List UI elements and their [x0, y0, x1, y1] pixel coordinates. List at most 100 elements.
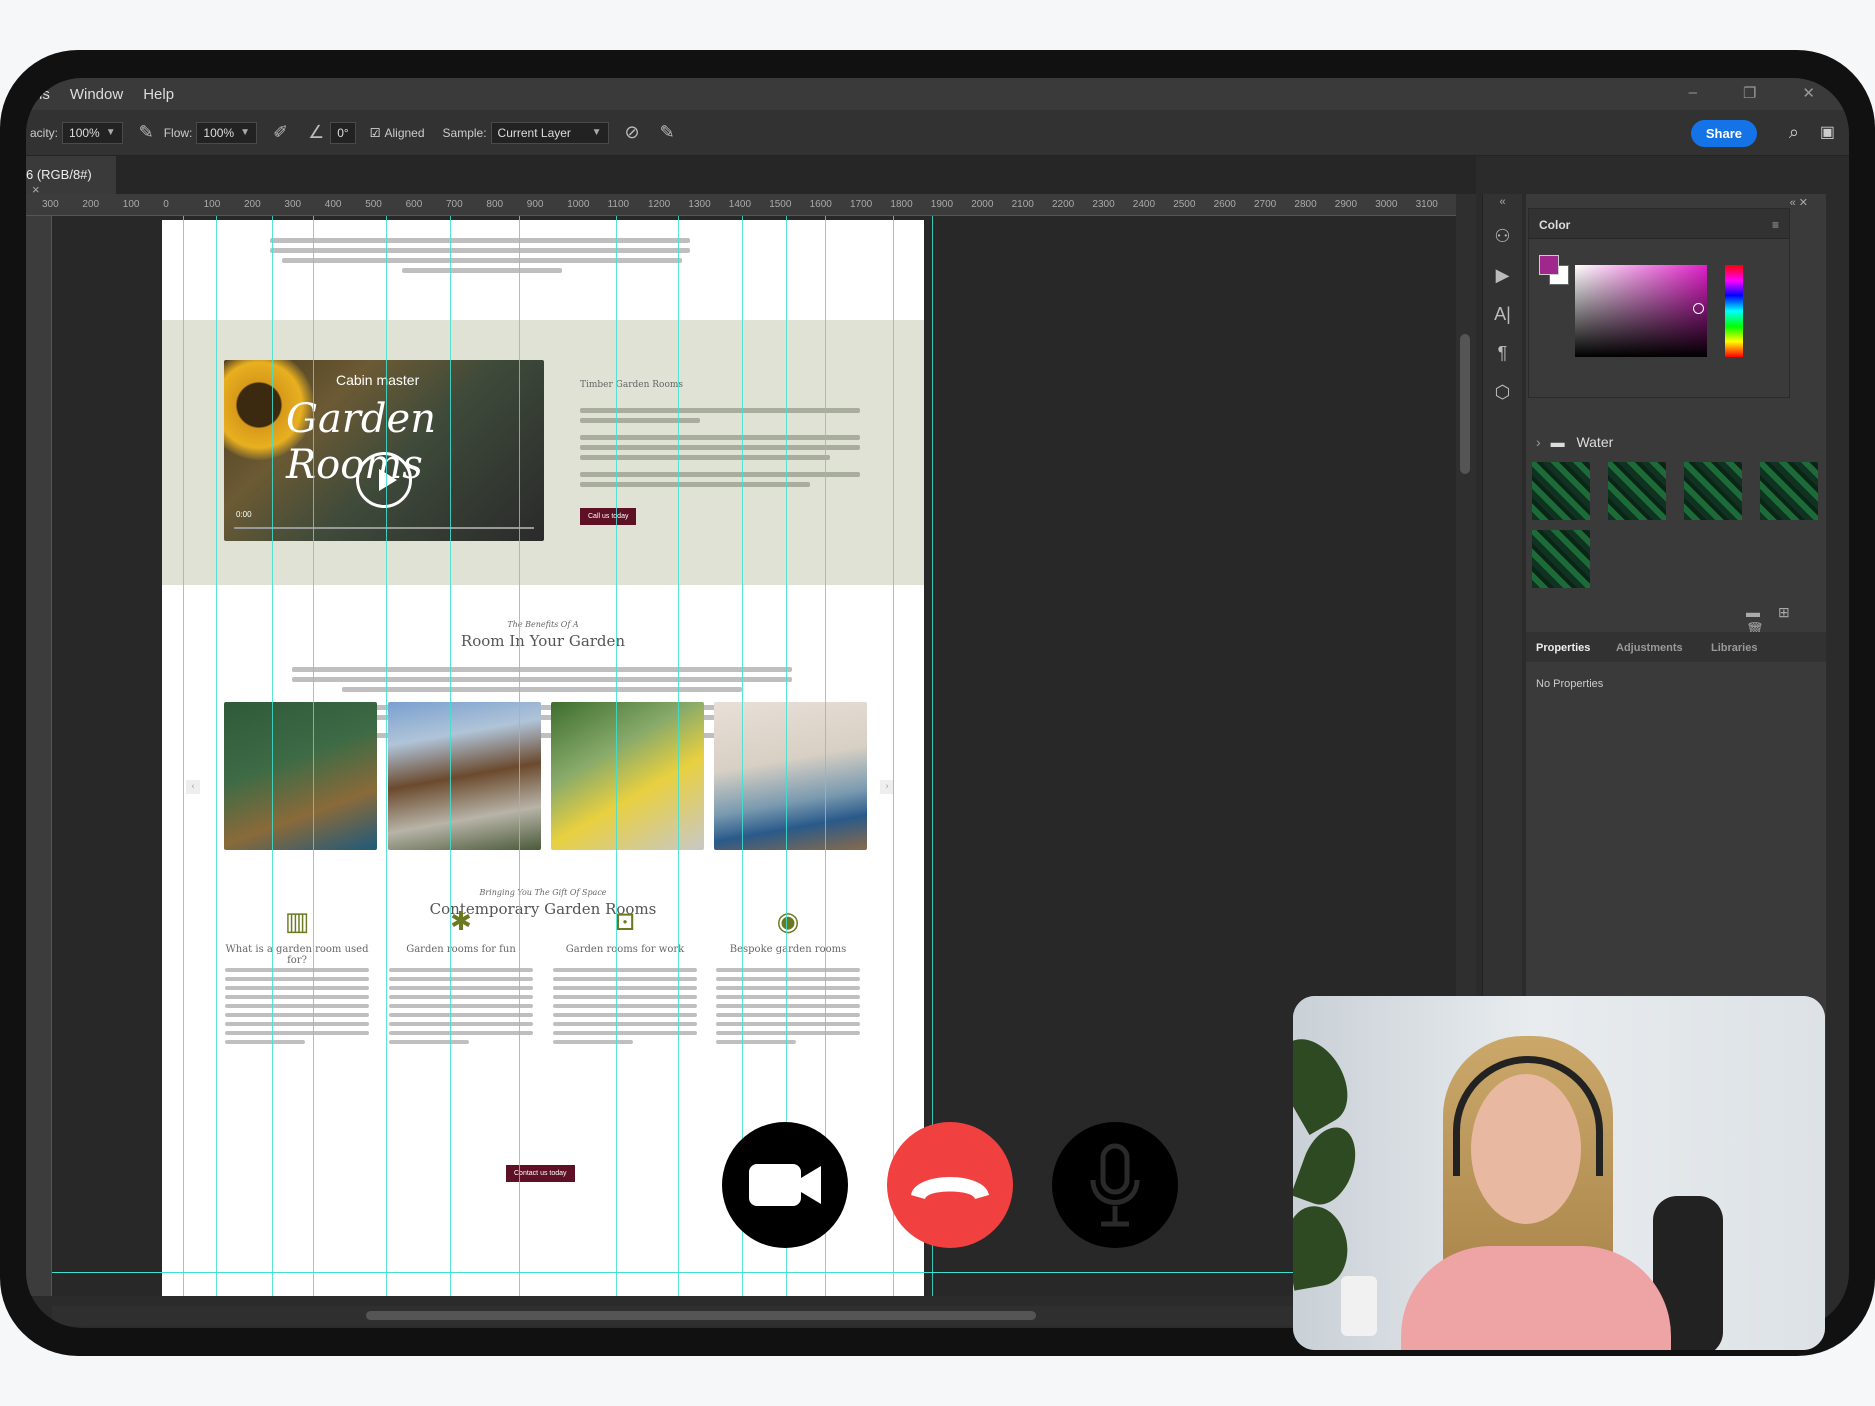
feature-text-line — [553, 1031, 697, 1035]
opacity-field[interactable]: 100% ▼ — [62, 121, 123, 144]
feature-text-line — [716, 1013, 860, 1017]
vertical-guide[interactable] — [183, 216, 184, 1296]
swatch-thumbnail[interactable] — [1532, 530, 1590, 588]
document-tab-bar: 6 (RGB/8#) × — [26, 156, 1476, 197]
color-picker-field[interactable] — [1575, 265, 1707, 357]
sample-select[interactable]: Current Layer ▼ — [490, 121, 609, 144]
paragraph-icon[interactable]: ¶ — [1483, 343, 1522, 364]
ruler-tick-label: 2800 — [1294, 199, 1317, 210]
search-icon[interactable]: ⌕ — [1789, 122, 1799, 143]
video-title: Garden Rooms — [286, 396, 436, 488]
feature-text-line — [389, 1004, 533, 1008]
swatch-thumbnail[interactable] — [1532, 462, 1590, 520]
horizontal-scrollbar[interactable] — [52, 1306, 1456, 1326]
new-swatch-icon[interactable]: ⊞ — [1778, 604, 1808, 620]
video-section: Cabin master Garden Rooms 0:00 Timber Ga… — [162, 320, 924, 585]
swatch-folder-name: Water — [1576, 434, 1614, 450]
flow-field[interactable]: 100% ▼ — [196, 121, 257, 144]
tab-libraries[interactable]: Libraries — [1711, 642, 1757, 654]
document-tab[interactable]: 6 (RGB/8#) × — [26, 156, 116, 197]
pressure-opacity-icon[interactable]: ✎ — [139, 122, 154, 143]
call-us-button[interactable]: Call us today — [580, 508, 637, 525]
gallery-photo-4[interactable] — [714, 702, 867, 850]
feature-text-line — [553, 1040, 633, 1044]
feature-text-line — [716, 977, 860, 981]
ruler-tick-label: 3100 — [1415, 199, 1438, 210]
swatch-thumbnail[interactable] — [1760, 462, 1818, 520]
swatch-thumbnail[interactable] — [1684, 462, 1742, 520]
camera-button[interactable] — [722, 1122, 848, 1248]
color-panel-header: Color ≡ — [1529, 209, 1789, 239]
ruler-tick-label: 3000 — [1375, 199, 1398, 210]
feature-text-line — [553, 977, 697, 981]
menu-item-window[interactable]: Window — [70, 86, 123, 103]
airbrush-icon[interactable]: ✐ — [273, 122, 288, 143]
feature-text-line — [389, 1031, 533, 1035]
tab-adjustments[interactable]: Adjustments — [1616, 642, 1683, 654]
vertical-guide[interactable] — [825, 216, 826, 1296]
video-call-thumbnail[interactable] — [1293, 996, 1825, 1350]
feature-text-line — [225, 1040, 305, 1044]
vertical-guide[interactable] — [616, 216, 617, 1296]
vertical-guide[interactable] — [742, 216, 743, 1296]
vertical-scroll-thumb[interactable] — [1460, 334, 1470, 474]
pressure-size-icon[interactable]: ✎ — [660, 122, 675, 143]
character-icon[interactable]: A| — [1483, 304, 1522, 325]
vertical-guide[interactable] — [386, 216, 387, 1296]
window-icon: ▥ — [284, 907, 310, 937]
video-brand: Cabin master — [336, 372, 420, 388]
ruler-tick-label: 800 — [486, 199, 504, 210]
carousel-prev-icon[interactable]: ‹ — [186, 780, 200, 794]
chevron-down-icon[interactable]: ▼ — [592, 127, 602, 138]
ruler-tick-label: 600 — [405, 199, 423, 210]
carousel-next-icon[interactable]: › — [880, 780, 894, 794]
picker-cursor[interactable] — [1693, 303, 1704, 314]
ruler-tick-label: 100 — [122, 199, 140, 210]
microphone-button[interactable] — [1052, 1122, 1178, 1248]
vertical-guide[interactable] — [678, 216, 679, 1296]
ruler-tick-label: 2500 — [1173, 199, 1196, 210]
swatch-folder[interactable]: › ▬ Water — [1536, 434, 1613, 450]
feature-text-line — [389, 1022, 533, 1026]
end-call-button[interactable] — [887, 1122, 1013, 1248]
horizontal-scroll-thumb[interactable] — [366, 1311, 1036, 1320]
chevron-down-icon[interactable]: ▼ — [240, 127, 250, 138]
collapse-icon[interactable]: « — [1483, 196, 1522, 208]
menu-item-help[interactable]: Help — [143, 86, 174, 103]
menu-item-partial[interactable]: ns — [34, 86, 50, 103]
angle-field[interactable]: 0° — [330, 121, 356, 144]
chevron-down-icon[interactable]: ▼ — [106, 127, 116, 138]
video-progress-bar[interactable] — [234, 527, 534, 529]
share-button[interactable]: Share — [1690, 120, 1757, 147]
ruler-tick-label: 1300 — [688, 199, 711, 210]
new-group-icon[interactable]: ▬ — [1746, 604, 1778, 620]
hue-slider[interactable] — [1725, 265, 1743, 357]
vertical-guide[interactable] — [313, 216, 314, 1296]
history-icon[interactable]: ⚇ — [1483, 226, 1522, 247]
foreground-color-swatch[interactable] — [1539, 255, 1559, 275]
restore-icon[interactable]: ❐ — [1743, 84, 1756, 102]
close-icon[interactable]: ✕ — [1802, 84, 1815, 102]
gallery-photo-1[interactable] — [224, 702, 377, 850]
vertical-guide[interactable] — [216, 216, 217, 1296]
minimize-icon[interactable]: – — [1689, 84, 1697, 102]
3d-cube-icon[interactable]: ⬡ — [1483, 382, 1522, 403]
chevron-right-icon[interactable]: › — [1536, 434, 1541, 450]
vertical-guide[interactable] — [519, 216, 520, 1296]
panel-collapse-icon[interactable]: « ✕ — [1790, 196, 1808, 209]
workspace-icon[interactable]: ▣ — [1820, 122, 1835, 142]
vertical-guide[interactable] — [893, 216, 894, 1296]
aligned-checkbox[interactable]: ☑ — [370, 126, 381, 140]
ignore-adjustment-layers-icon[interactable]: ⊘ — [625, 122, 640, 143]
contact-us-button[interactable]: Contact us today — [506, 1165, 575, 1182]
play-icon[interactable] — [356, 452, 412, 508]
panel-menu-icon[interactable]: ≡ — [1772, 218, 1779, 232]
vertical-guide[interactable] — [450, 216, 451, 1296]
swatch-thumbnail[interactable] — [1608, 462, 1666, 520]
gallery-photo-3[interactable] — [551, 702, 704, 850]
tab-properties[interactable]: Properties — [1536, 642, 1590, 654]
vertical-guide[interactable] — [272, 216, 273, 1296]
actions-play-icon[interactable]: ▶ — [1483, 265, 1522, 286]
opacity-value: 100% — [69, 125, 100, 140]
ruler-tick-label: 2200 — [1052, 199, 1075, 210]
